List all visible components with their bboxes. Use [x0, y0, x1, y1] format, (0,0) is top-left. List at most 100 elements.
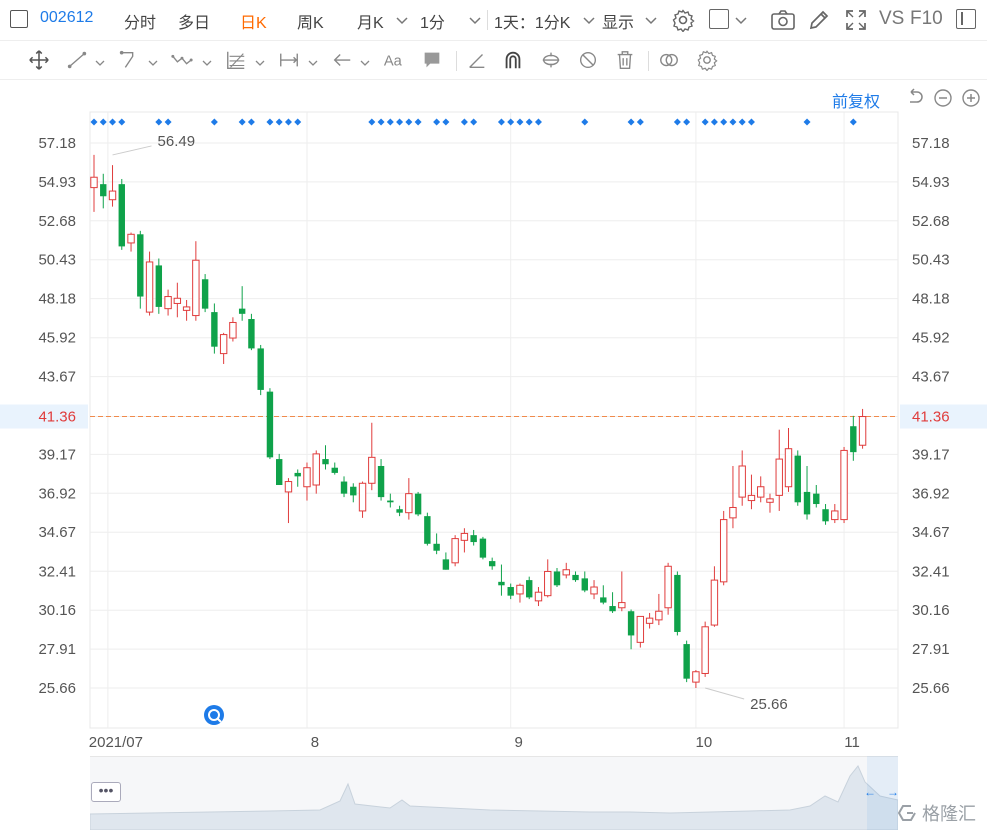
event-marker[interactable] [710, 118, 718, 126]
wave-tool-icon[interactable] [171, 49, 197, 73]
candle[interactable] [173, 282, 182, 318]
event-marker[interactable] [849, 118, 857, 126]
undo-icon[interactable] [905, 88, 927, 110]
candle[interactable] [858, 408, 867, 449]
candle[interactable] [822, 504, 829, 525]
event-marker[interactable] [247, 118, 255, 126]
compare-icon[interactable] [658, 49, 684, 73]
candle[interactable] [90, 154, 98, 212]
candle[interactable] [757, 476, 765, 503]
event-marker[interactable] [377, 118, 385, 126]
magnet-icon[interactable] [502, 49, 528, 73]
tab-weekly-k[interactable]: 周K [297, 9, 324, 33]
candle[interactable] [405, 478, 413, 520]
chevron-down-icon[interactable] [148, 55, 158, 66]
candle[interactable] [636, 615, 645, 648]
candle[interactable] [683, 640, 690, 683]
candle[interactable] [562, 562, 570, 579]
candle[interactable] [729, 465, 737, 529]
panel-toggle-icon[interactable] [956, 9, 976, 29]
search-circle-icon[interactable] [204, 705, 224, 725]
candle[interactable] [219, 332, 228, 364]
candle[interactable] [813, 485, 820, 508]
fibonacci-tool-icon[interactable] [225, 49, 251, 73]
candle[interactable] [544, 559, 552, 598]
candle[interactable] [100, 173, 107, 209]
candle[interactable] [840, 446, 848, 524]
candle[interactable] [609, 592, 616, 613]
chevron-down-icon[interactable] [202, 55, 212, 66]
candle[interactable] [600, 585, 607, 605]
event-marker[interactable] [534, 118, 542, 126]
chevron-down-icon[interactable] [645, 13, 657, 31]
candle[interactable] [534, 587, 543, 607]
stock-select-checkbox[interactable] [10, 10, 28, 28]
event-marker[interactable] [720, 118, 728, 126]
move-icon[interactable] [28, 49, 54, 73]
candle[interactable] [784, 427, 793, 492]
tab-monthly-k[interactable]: 月K [357, 9, 384, 33]
candle[interactable] [108, 165, 117, 207]
period-select[interactable]: 1天：1分K [494, 9, 570, 33]
settings-icon[interactable] [696, 49, 722, 73]
candle[interactable] [137, 230, 144, 309]
candle[interactable] [238, 286, 246, 321]
gear-icon[interactable] [671, 8, 695, 37]
candle[interactable] [701, 621, 709, 677]
event-marker[interactable] [294, 118, 302, 126]
candle[interactable] [396, 505, 403, 517]
event-marker[interactable] [266, 118, 274, 126]
event-marker[interactable] [627, 118, 635, 126]
event-marker[interactable] [673, 118, 681, 126]
event-marker[interactable] [155, 118, 163, 126]
candle[interactable] [294, 469, 301, 487]
arrow-tool-icon[interactable] [331, 49, 357, 73]
candle[interactable] [377, 459, 385, 501]
candle[interactable] [414, 491, 422, 517]
candle[interactable] [674, 571, 681, 636]
candle[interactable] [164, 289, 172, 316]
candle[interactable] [368, 422, 376, 491]
vs-button[interactable]: VS [879, 8, 904, 30]
event-marker[interactable] [581, 118, 589, 126]
chevron-down-icon[interactable] [469, 13, 481, 31]
zoom-in-icon[interactable] [961, 88, 983, 110]
event-marker[interactable] [90, 118, 98, 126]
comment-tool-icon[interactable] [421, 49, 447, 73]
candle[interactable] [831, 504, 839, 524]
candle[interactable] [182, 299, 191, 321]
candle[interactable] [692, 670, 700, 688]
candle[interactable] [488, 557, 496, 570]
candle[interactable] [127, 232, 135, 252]
candle[interactable] [284, 478, 293, 524]
event-marker[interactable] [396, 118, 404, 126]
tab-multiday[interactable]: 多日 [178, 9, 210, 33]
candle[interactable] [387, 493, 394, 508]
event-marker[interactable] [414, 118, 422, 126]
candle[interactable] [145, 251, 154, 316]
event-marker[interactable] [433, 118, 441, 126]
event-marker[interactable] [164, 118, 172, 126]
candle[interactable] [526, 576, 533, 600]
candlestick-chart[interactable]: 57.18 57.18 54.93 54.93 52.68 52.68 50.43 50.43… [0, 110, 987, 760]
event-marker[interactable] [405, 118, 413, 126]
pencil-icon[interactable] [807, 8, 831, 37]
event-marker[interactable] [636, 118, 644, 126]
candle[interactable] [581, 571, 588, 593]
event-marker[interactable] [275, 118, 283, 126]
more-button[interactable]: ••• [91, 782, 121, 802]
candle[interactable] [118, 178, 125, 250]
candle[interactable] [303, 462, 311, 501]
navigator-right-arrow[interactable]: → [887, 785, 898, 799]
candle[interactable] [766, 493, 774, 513]
trash-icon[interactable] [614, 49, 640, 73]
chevron-down-icon[interactable] [95, 55, 105, 66]
candle[interactable] [645, 612, 654, 629]
candle[interactable] [451, 535, 459, 567]
event-marker[interactable] [109, 118, 117, 126]
candle[interactable] [358, 481, 367, 518]
candle[interactable] [201, 274, 209, 313]
candle[interactable] [340, 476, 348, 498]
tab-daily-k[interactable]: 日K [240, 9, 267, 33]
candle[interactable] [331, 462, 338, 475]
